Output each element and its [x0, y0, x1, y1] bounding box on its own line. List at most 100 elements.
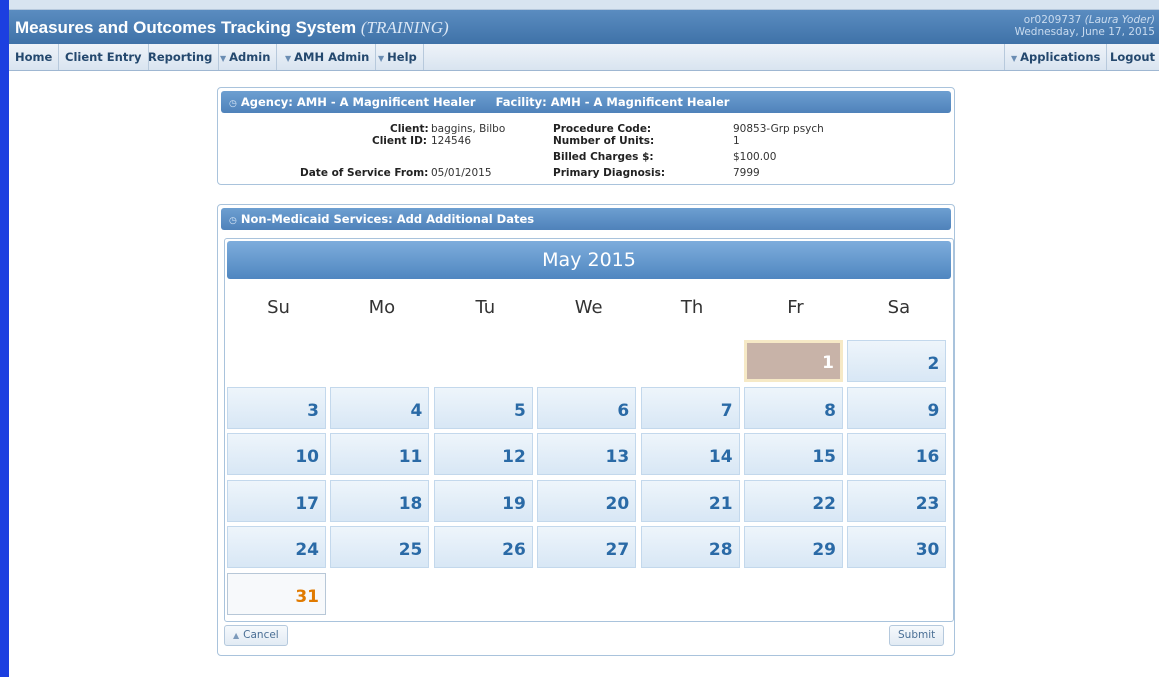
nav-amh-admin-label: AMH Admin [294, 50, 370, 64]
calendar-day[interactable]: 15 [744, 433, 843, 475]
cancel-button-label: Cancel [243, 629, 279, 641]
nav-home-label: Home [15, 50, 53, 64]
main-nav: Home Client Entry Reporting ▼ Admin ▼ AMH … [9, 44, 1159, 71]
calendar-day[interactable]: 19 [433, 479, 533, 522]
app-title-suffix: (TRAINING) [360, 18, 449, 37]
current-date: Wednesday, June 17, 2015 [1014, 26, 1155, 38]
nav-amh-admin[interactable]: ▼ AMH Admin [279, 44, 377, 70]
services-panel-header: ◷ Non-Medicaid Services: Add Additional D… [221, 208, 951, 230]
calendar-day[interactable]: 25 [330, 526, 430, 568]
nav-logout-label: Logout [1110, 50, 1156, 64]
nav-admin-label: Admin [229, 50, 271, 64]
agency-panel-header: ◷ Agency: AMH - A Magnificent Healer Faci… [221, 91, 951, 113]
weekday-header: We [574, 297, 603, 318]
nav-help-label: Help [387, 50, 417, 64]
calendar-day[interactable]: 11 [330, 433, 430, 475]
weekday-header: Tu [475, 297, 496, 318]
client-id-value: 124546 [431, 135, 472, 147]
submit-button-label: Submit [898, 629, 936, 641]
weekday-header: Mo [368, 297, 396, 318]
calendar-day[interactable]: 5 [433, 386, 533, 429]
calendar-day[interactable]: 10 [227, 433, 326, 475]
calendar-day[interactable]: 7 [640, 386, 740, 429]
calendar-day[interactable]: 13 [537, 433, 637, 475]
app-title-text: Measures and Outcomes Tracking System [15, 18, 357, 37]
calendar-day[interactable]: 8 [744, 386, 843, 429]
collapse-icon[interactable]: ◷ [229, 99, 237, 109]
agency-name: AMH - A Magnificent Healer [296, 95, 476, 109]
calendar-day[interactable]: 9 [847, 386, 947, 429]
weekday-header: Su [267, 297, 290, 318]
nav-applications-label: Applications [1020, 50, 1101, 64]
calendar-month-header: May 2015 [227, 241, 951, 279]
calendar-day[interactable]: 3 [227, 386, 326, 429]
agency-label: Agency: [240, 95, 293, 109]
nav-applications[interactable]: ▼ Applications [1004, 44, 1108, 70]
dropdown-arrow-icon: ▼ [1011, 54, 1018, 63]
user-id: or0209737 [1023, 14, 1082, 26]
calendar-day[interactable]: 6 [537, 386, 637, 429]
calendar-day[interactable]: 22 [744, 479, 843, 522]
calendar-day[interactable]: 24 [227, 526, 326, 568]
nav-logout[interactable]: Logout [1104, 44, 1159, 70]
dropdown-arrow-icon: ▼ [378, 54, 385, 63]
app-window: Measures and Outcomes Tracking System (T… [0, 0, 1159, 677]
nav-client-entry[interactable]: Client Entry [59, 44, 149, 70]
submit-button[interactable]: Submit [889, 625, 945, 646]
diagnosis-value: 7999 [733, 167, 760, 179]
browser-toolbar-strip [9, 0, 1159, 10]
calendar-day[interactable]: 12 [433, 433, 533, 475]
calendar-day[interactable]: 27 [537, 526, 637, 568]
dos-label: Date of Service From: [300, 167, 429, 179]
agency-panel: ◷ Agency: AMH - A Magnificent Healer Faci… [217, 87, 955, 185]
weekday-header: Th [680, 297, 704, 318]
calendar-day[interactable]: 30 [847, 526, 947, 568]
nav-admin[interactable]: ▼ Admin [214, 44, 278, 70]
units-label: Number of Units: [553, 135, 655, 147]
procedure-label: Procedure Code: [553, 123, 652, 135]
date-picker-calendar: May 2015 Su Mo Tu We Th Fr Sa 1 2 3 4 5 6 7 8 9 10 11 12 13… [224, 238, 954, 622]
dropdown-arrow-icon: ▼ [285, 54, 292, 63]
nav-home[interactable]: Home [9, 44, 60, 70]
calendar-day[interactable]: 23 [847, 479, 947, 522]
procedure-value: 90853-Grp psych [733, 123, 824, 135]
nav-client-entry-label: Client Entry [65, 50, 142, 64]
calendar-day[interactable]: 31 [227, 572, 326, 615]
calendar-day[interactable]: 20 [537, 479, 637, 522]
calendar-day[interactable]: 16 [847, 433, 947, 475]
nav-reporting[interactable]: Reporting [142, 44, 220, 70]
facility-label: Facility: [495, 95, 547, 109]
calendar-day[interactable]: 2 [847, 340, 947, 382]
client-id-label: Client ID: [372, 135, 427, 147]
left-border [0, 0, 9, 677]
weekday-header: Fr [787, 297, 804, 318]
title-bar: Measures and Outcomes Tracking System (T… [9, 10, 1159, 44]
facility-name: AMH - A Magnificent Healer [550, 95, 730, 109]
calendar-day[interactable]: 29 [744, 526, 843, 568]
calendar-day[interactable]: 21 [640, 479, 740, 522]
dropdown-arrow-icon: ▼ [220, 54, 227, 63]
user-info: or0209737 (Laura Yoder) Wednesday, June … [1015, 14, 1155, 38]
calendar-day[interactable]: 4 [330, 386, 430, 429]
calendar-day[interactable]: 26 [433, 526, 533, 568]
calendar-day[interactable]: 18 [330, 479, 430, 522]
calendar-day[interactable]: 17 [227, 479, 326, 522]
calendar-day[interactable]: 14 [640, 433, 740, 475]
client-name: baggins, Bilbo [431, 123, 506, 135]
cancel-button[interactable]: ▲ Cancel [224, 625, 288, 646]
dos-value: 05/01/2015 [431, 167, 492, 179]
calendar-day[interactable]: 1 [744, 340, 843, 382]
calendar-day[interactable]: 28 [640, 526, 740, 568]
caret-up-icon: ▲ [233, 631, 240, 640]
services-panel-title: Non-Medicaid Services: Add Additional Da… [240, 212, 535, 226]
client-info: Client: baggins, Bilbo Client ID: 124546… [218, 116, 954, 186]
client-label: Client: [390, 123, 429, 135]
app-title: Measures and Outcomes Tracking System (T… [15, 18, 449, 38]
collapse-icon[interactable]: ◷ [229, 216, 237, 226]
charges-value: $100.00 [733, 151, 777, 163]
units-value: 1 [733, 135, 740, 147]
charges-label: Billed Charges $: [553, 151, 654, 163]
nav-reporting-label: Reporting [148, 50, 213, 64]
user-name: (Laura Yoder) [1084, 14, 1155, 26]
nav-help[interactable]: ▼ Help [372, 44, 424, 70]
